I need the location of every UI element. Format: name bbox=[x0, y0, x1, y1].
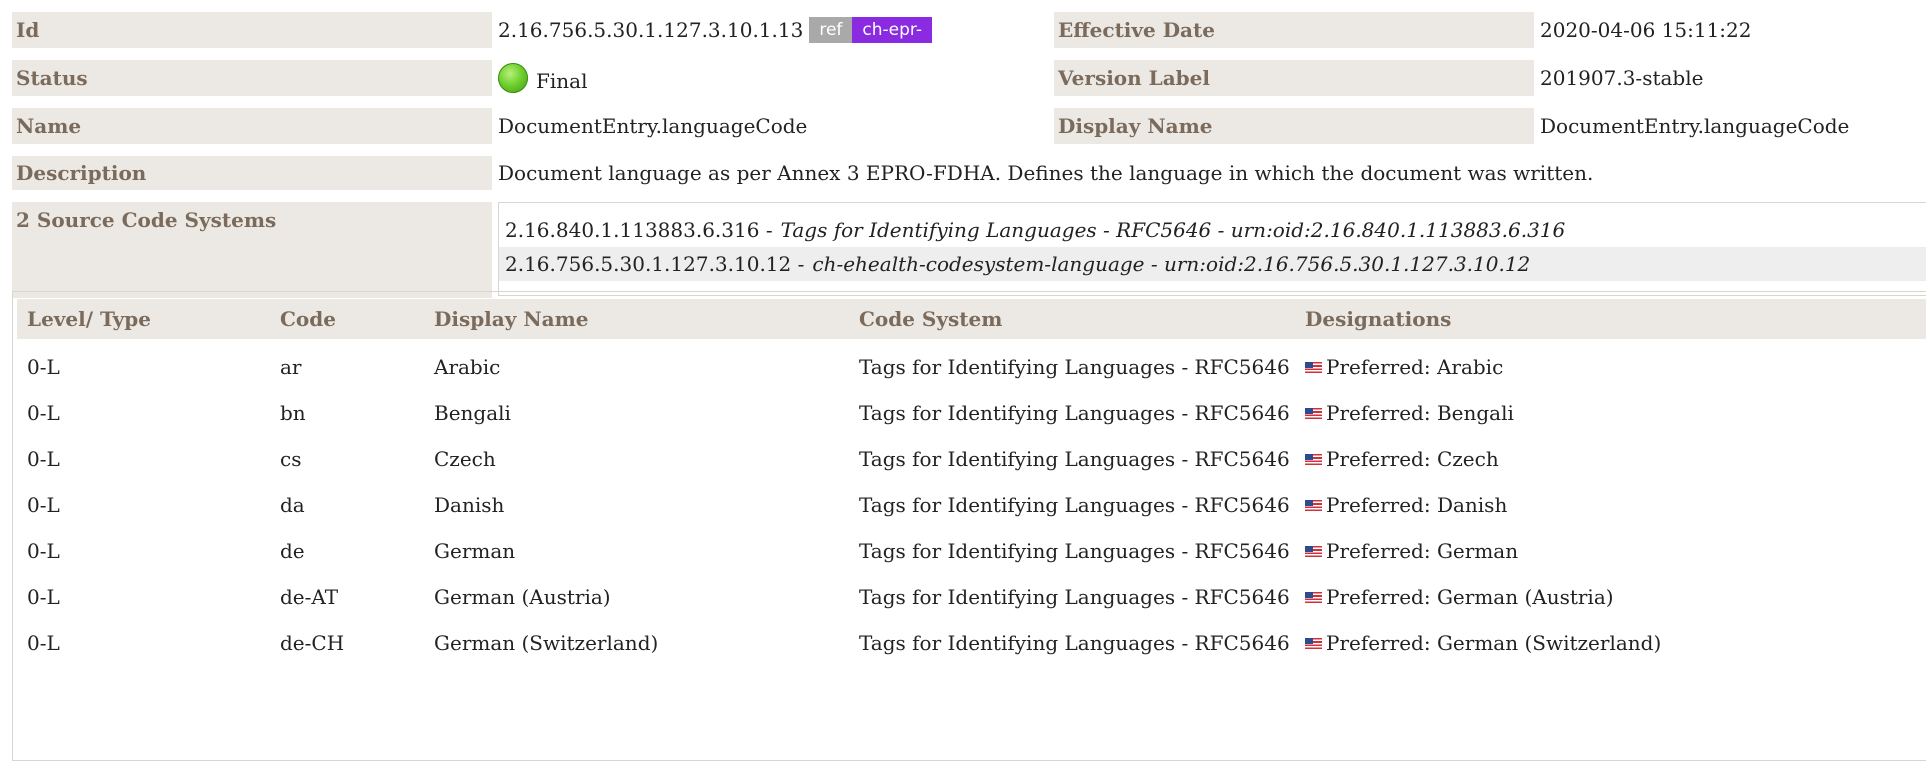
source-name: ch-ehealth-codesystem-language - urn:oid… bbox=[812, 252, 1531, 276]
us-flag-icon bbox=[1305, 407, 1322, 419]
effective-date-label: Effective Date bbox=[1054, 12, 1534, 48]
cell-display-name: German bbox=[434, 539, 516, 563]
cell-code: de-AT bbox=[280, 585, 339, 609]
source-code-system-item: 2.16.756.5.30.1.127.3.10.12 - ch-ehealth… bbox=[499, 247, 1926, 281]
designation-text: Preferred: German (Austria) bbox=[1326, 585, 1614, 609]
source-oid: 2.16.840.1.113883.6.316 - bbox=[505, 218, 773, 242]
cell-code-system: Tags for Identifying Languages - RFC5646 bbox=[859, 447, 1290, 471]
designation-text: Preferred: Bengali bbox=[1326, 401, 1514, 425]
description-value: Document language as per Annex 3 EPRO-FD… bbox=[498, 161, 1594, 185]
meta-row-status: Status Final Version Label 201907.3-stab… bbox=[12, 60, 1926, 96]
designation-text: Preferred: German (Switzerland) bbox=[1326, 631, 1662, 655]
cell-code-system: Tags for Identifying Languages - RFC5646 bbox=[859, 401, 1290, 425]
table-header: Level/ Type Code Display Name Code Syste… bbox=[17, 299, 1926, 339]
cell-display-name: Arabic bbox=[434, 355, 501, 379]
cell-code-system: Tags for Identifying Languages - RFC5646 bbox=[859, 493, 1290, 517]
designation-text: Preferred: German bbox=[1326, 539, 1519, 563]
cell-level: 0-L bbox=[27, 447, 60, 471]
cell-code: bn bbox=[280, 401, 306, 425]
us-flag-icon bbox=[1305, 453, 1322, 465]
cell-display-name: Czech bbox=[434, 447, 496, 471]
cell-level: 0-L bbox=[27, 355, 60, 379]
id-value-cell: 2.16.756.5.30.1.127.3.10.1.13 ref ch-epr… bbox=[492, 12, 1054, 48]
table-row: 0-L cs Czech Tags for Identifying Langua… bbox=[17, 436, 1926, 482]
cell-display-name: German (Austria) bbox=[434, 585, 611, 609]
cell-code: de bbox=[280, 539, 305, 563]
display-name-label: Display Name bbox=[1054, 108, 1534, 144]
status-final-icon bbox=[498, 63, 528, 93]
table-row: 0-L da Danish Tags for Identifying Langu… bbox=[17, 482, 1926, 528]
designation-text: Preferred: Czech bbox=[1326, 447, 1499, 471]
designation-text: Preferred: Arabic bbox=[1326, 355, 1504, 379]
us-flag-icon bbox=[1305, 361, 1322, 373]
meta-row-id: Id 2.16.756.5.30.1.127.3.10.1.13 ref ch-… bbox=[12, 12, 1926, 48]
name-value: DocumentEntry.languageCode bbox=[498, 114, 808, 138]
table-row: 0-L bn Bengali Tags for Identifying Lang… bbox=[17, 390, 1926, 436]
cell-code: de-CH bbox=[280, 631, 345, 655]
id-value: 2.16.756.5.30.1.127.3.10.1.13 bbox=[498, 18, 804, 42]
col-header-code[interactable]: Code bbox=[280, 299, 336, 339]
cell-display-name: Bengali bbox=[434, 401, 511, 425]
cell-designation: Preferred: German (Switzerland) bbox=[1305, 620, 1661, 666]
meta-row-description: Description Document language as per Ann… bbox=[12, 156, 1926, 190]
cell-designation: Preferred: Danish bbox=[1305, 482, 1507, 528]
table-row: 0-L de-AT German (Austria) Tags for Iden… bbox=[17, 574, 1926, 620]
col-header-code-system[interactable]: Code System bbox=[859, 299, 1002, 339]
meta-row-source-code-systems: 2 Source Code Systems 2.16.840.1.113883.… bbox=[12, 202, 1926, 298]
cell-code-system: Tags for Identifying Languages - RFC5646 bbox=[859, 539, 1290, 563]
us-flag-icon bbox=[1305, 591, 1322, 603]
version-label-value: 201907.3-stable bbox=[1540, 66, 1704, 90]
cell-designation: Preferred: German bbox=[1305, 528, 1518, 574]
cell-level: 0-L bbox=[27, 631, 60, 655]
us-flag-icon bbox=[1305, 545, 1322, 557]
cell-designation: Preferred: German (Austria) bbox=[1305, 574, 1614, 620]
source-code-systems-list: 2.16.840.1.113883.6.316 - Tags for Ident… bbox=[498, 202, 1926, 296]
col-header-designations[interactable]: Designations bbox=[1305, 299, 1451, 339]
prefix-badge: ch-epr- bbox=[852, 17, 932, 43]
cell-code: ar bbox=[280, 355, 302, 379]
version-label-label: Version Label bbox=[1054, 60, 1534, 96]
ref-badge: ref bbox=[809, 17, 853, 43]
source-oid: 2.16.756.5.30.1.127.3.10.12 - bbox=[505, 252, 805, 276]
source-code-system-item: 2.16.840.1.113883.6.316 - Tags for Ident… bbox=[499, 213, 1926, 247]
table-row: 0-L de German Tags for Identifying Langu… bbox=[17, 528, 1926, 574]
table-row: 0-L de-CH German (Switzerland) Tags for … bbox=[17, 620, 1926, 666]
cell-code: da bbox=[280, 493, 305, 517]
source-code-systems-label: 2 Source Code Systems bbox=[12, 202, 492, 298]
us-flag-icon bbox=[1305, 637, 1322, 649]
cell-code-system: Tags for Identifying Languages - RFC5646 bbox=[859, 355, 1290, 379]
cell-display-name: Danish bbox=[434, 493, 505, 517]
status-label: Status bbox=[12, 60, 492, 96]
designation-text: Preferred: Danish bbox=[1326, 493, 1508, 517]
col-header-display-name[interactable]: Display Name bbox=[434, 299, 588, 339]
source-name: Tags for Identifying Languages - RFC5646… bbox=[780, 218, 1566, 242]
table-row: 0-L ar Arabic Tags for Identifying Langu… bbox=[17, 344, 1926, 390]
name-label: Name bbox=[12, 108, 492, 144]
valueset-metadata: Id 2.16.756.5.30.1.127.3.10.1.13 ref ch-… bbox=[12, 12, 1926, 298]
cell-level: 0-L bbox=[27, 539, 60, 563]
display-name-value: DocumentEntry.languageCode bbox=[1540, 114, 1850, 138]
status-value: Final bbox=[536, 69, 588, 93]
cell-level: 0-L bbox=[27, 585, 60, 609]
description-label: Description bbox=[12, 156, 492, 190]
effective-date-value: 2020-04-06 15:11:22 bbox=[1540, 18, 1752, 42]
cell-designation: Preferred: Arabic bbox=[1305, 344, 1503, 390]
cell-level: 0-L bbox=[27, 493, 60, 517]
col-header-level-type[interactable]: Level/ Type bbox=[27, 299, 151, 339]
cell-code: cs bbox=[280, 447, 302, 471]
cell-code-system: Tags for Identifying Languages - RFC5646 bbox=[859, 585, 1290, 609]
us-flag-icon bbox=[1305, 499, 1322, 511]
meta-row-name: Name DocumentEntry.languageCode Display … bbox=[12, 108, 1926, 144]
cell-display-name: German (Switzerland) bbox=[434, 631, 659, 655]
status-value-cell: Final bbox=[492, 60, 1054, 96]
cell-designation: Preferred: Czech bbox=[1305, 436, 1499, 482]
cell-designation: Preferred: Bengali bbox=[1305, 390, 1514, 436]
concept-table: Level/ Type Code Display Name Code Syste… bbox=[12, 291, 1926, 761]
cell-code-system: Tags for Identifying Languages - RFC5646 bbox=[859, 631, 1290, 655]
cell-level: 0-L bbox=[27, 401, 60, 425]
id-label: Id bbox=[12, 12, 492, 48]
